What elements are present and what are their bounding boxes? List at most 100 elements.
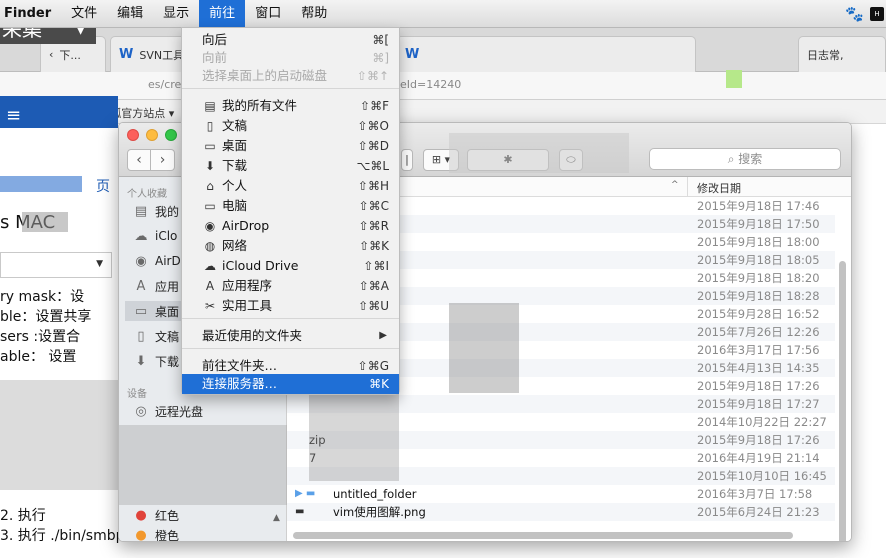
chevron-left-icon: ‹ xyxy=(136,152,142,168)
cloud-icon: ☁ xyxy=(204,259,216,273)
chevron-right-icon: › xyxy=(159,152,166,168)
go-menu-item[interactable]: ◉ AirDrop ⇧⌘R xyxy=(182,216,399,236)
menu-item-shortcut: ⇧⌘H xyxy=(357,179,389,193)
menu-item-shortcut: ⇧⌘A xyxy=(358,279,389,293)
applications-icon: A xyxy=(205,279,215,293)
chevron-down-icon: ▼ xyxy=(96,259,103,269)
menu-item-label: 桌面 xyxy=(222,138,248,153)
sidebar-item-remote-disc[interactable]: ◎ 远程光盘 xyxy=(133,401,283,421)
file-date: 2015年9月18日 18:05 xyxy=(697,253,820,267)
url-bar[interactable]: es/cre eId=14240 xyxy=(0,72,886,100)
folder-icon: ▶ ▬ xyxy=(295,488,316,499)
favorites-header: 个人收藏 xyxy=(127,189,167,200)
menu-go[interactable]: 前往 xyxy=(199,0,246,28)
menu-separator xyxy=(182,318,399,319)
downloads-icon: ⬇ xyxy=(204,159,216,173)
column-divider[interactable] xyxy=(687,177,688,197)
menu-help[interactable]: 帮助 xyxy=(291,0,337,28)
file-date: 2015年9月28日 16:52 xyxy=(697,307,820,321)
file-date: 2015年9月18日 17:26 xyxy=(697,379,820,393)
menu-item-shortcut: ⇧⌘F xyxy=(360,99,389,113)
menu-view[interactable]: 显示 xyxy=(153,0,199,28)
blurred-block xyxy=(449,133,629,173)
file-name: untitled_folder xyxy=(333,487,417,501)
go-menu-item[interactable]: A 应用程序 ⇧⌘A xyxy=(182,276,399,296)
sort-ascending-icon[interactable]: ^ xyxy=(671,180,679,190)
horizontal-scrollbar[interactable] xyxy=(293,532,793,539)
menu-item-shortcut: ⌘K xyxy=(369,377,389,391)
submenu-arrow-icon: ▶ xyxy=(379,330,387,341)
file-date: 2014年10月22日 22:27 xyxy=(697,415,827,429)
go-menu-dropdown: 向后 ⌘[向前 ⌘] 选择桌面上的启动磁盘 ⇧⌘↑ ▤ 我的所有文件 ⇧⌘F ▯ 文稿 ⇧⌘O ▭ 桌面… xyxy=(181,27,400,395)
view-list-button[interactable]: | xyxy=(401,149,413,171)
go-menu-item[interactable]: ▭ 电脑 ⇧⌘C xyxy=(182,196,399,216)
status-badge-icon[interactable]: H xyxy=(870,7,884,21)
airdrop-icon: ◉ xyxy=(204,219,216,233)
menu-item-shortcut: ⇧⌘I xyxy=(363,259,389,273)
vertical-scrollbar[interactable] xyxy=(839,261,846,541)
go-menu-item[interactable]: 连接服务器… ⌘K xyxy=(182,374,399,394)
hamburger-icon[interactable]: ≡ xyxy=(6,107,21,125)
orange-tag-icon: ● xyxy=(135,527,147,542)
menu-edit[interactable]: 编辑 xyxy=(107,0,153,28)
file-date: 2015年6月24日 21:23 xyxy=(697,505,820,519)
minimize-button[interactable] xyxy=(146,129,158,141)
zoom-button[interactable] xyxy=(165,129,177,141)
downloads-icon: ⬇ xyxy=(135,353,147,369)
menu-item-label: 向前 xyxy=(202,50,228,65)
file-row[interactable]: ▬ vim使用图解.png 2015年6月24日 21:23 xyxy=(287,503,835,521)
search-placeholder: 搜索 xyxy=(738,152,763,166)
paw-icon[interactable]: 🐾 xyxy=(845,5,864,23)
go-menu-item[interactable]: ☁ iCloud Drive ⇧⌘I xyxy=(182,256,399,276)
go-menu-item[interactable]: ⬇ 下载 ⌥⌘L xyxy=(182,156,399,176)
go-menu-item[interactable]: ▤ 我的所有文件 ⇧⌘F xyxy=(182,96,399,116)
back-button[interactable]: ‹ xyxy=(127,149,151,171)
menu-window[interactable]: 窗口 xyxy=(245,0,291,28)
file-date: 2015年9月18日 18:00 xyxy=(697,235,820,249)
menu-file[interactable]: 文件 xyxy=(61,0,107,28)
close-button[interactable] xyxy=(127,129,139,141)
menu-finder[interactable]: Finder xyxy=(0,0,61,28)
file-date: 2016年4月19日 21:14 xyxy=(697,451,820,465)
go-menu-item: 选择桌面上的启动磁盘 ⇧⌘↑ xyxy=(182,66,399,86)
menu-item-label: 实用工具 xyxy=(222,298,273,313)
page-select[interactable]: ▼ xyxy=(0,252,112,278)
file-date: 2015年9月18日 18:28 xyxy=(697,289,820,303)
file-row[interactable]: ▶ ▬ untitled_folder 2016年3月7日 17:58 xyxy=(287,485,835,503)
file-date: 2015年9月18日 17:27 xyxy=(697,397,820,411)
page-line: able： 设置 xyxy=(0,349,77,365)
go-menu-item[interactable]: ▭ 桌面 ⇧⌘D xyxy=(182,136,399,156)
go-menu-item[interactable]: ✂ 实用工具 ⇧⌘U xyxy=(182,296,399,316)
go-menu-item[interactable]: 最近使用的文件夹 ▶ xyxy=(182,326,399,346)
cloud-icon: ☁ xyxy=(134,228,148,244)
go-menu-item[interactable]: 向后 ⌘[ xyxy=(182,30,399,50)
go-menu-item[interactable]: ⌂ 个人 ⇧⌘H xyxy=(182,176,399,196)
menu-item-shortcut: ⇧⌘D xyxy=(357,139,389,153)
desktop-icon: ▭ xyxy=(204,139,216,153)
go-menu-item: 向前 ⌘] xyxy=(182,48,399,68)
go-menu-item[interactable]: ▯ 文稿 ⇧⌘O xyxy=(182,116,399,136)
forward-button[interactable]: › xyxy=(151,149,175,171)
page-link[interactable]: 页 xyxy=(96,176,110,196)
file-date: 2015年9月18日 17:50 xyxy=(697,217,820,231)
browser-tab[interactable]: 日志常, xyxy=(798,36,886,72)
sidebar-tag-red[interactable]: ● 红色 xyxy=(133,505,283,525)
url-text-right: eId=14240 xyxy=(400,78,462,91)
blurred-block xyxy=(0,176,82,192)
search-field[interactable]: ⌕ 搜索 xyxy=(649,148,841,170)
date-column-header[interactable]: 修改日期 xyxy=(697,180,741,196)
menu-item-label: AirDrop xyxy=(222,218,270,233)
nav-buttons: ‹ › xyxy=(127,149,175,171)
menu-separator xyxy=(182,88,399,89)
computer-icon: ▭ xyxy=(204,199,216,213)
sidebar-tag-orange[interactable]: ● 橙色 xyxy=(133,525,283,542)
search-icon: ⌕ xyxy=(727,152,735,166)
menu-item-label: 最近使用的文件夹 xyxy=(202,328,303,343)
go-menu-item[interactable]: ◍ 网络 ⇧⌘K xyxy=(182,236,399,256)
go-menu-item[interactable]: 前往文件夹… ⇧⌘G xyxy=(182,356,399,376)
browser-tab[interactable]: W xyxy=(396,36,696,72)
file-date: 2015年10月10日 16:45 xyxy=(697,469,827,483)
url-text-left: es/cre xyxy=(148,78,182,91)
menu-item-shortcut: ⌥⌘L xyxy=(356,159,389,173)
file-date: 2015年7月26日 12:26 xyxy=(697,325,820,339)
